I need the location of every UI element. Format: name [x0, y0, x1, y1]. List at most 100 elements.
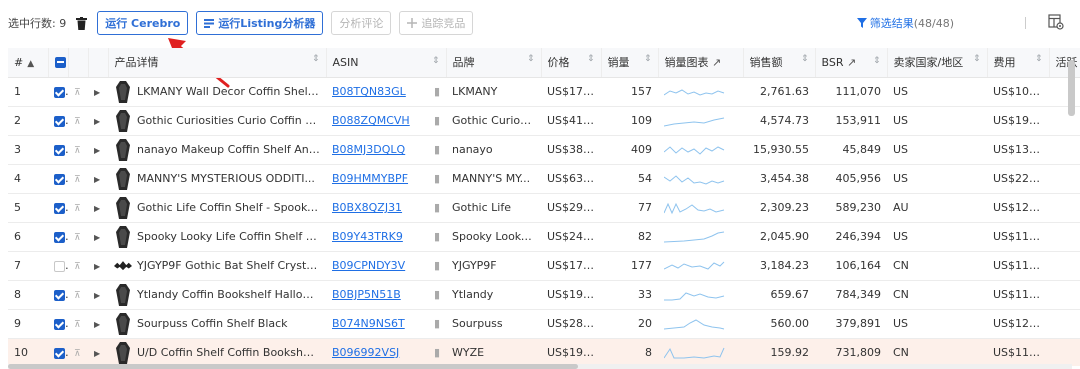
- pin-icon[interactable]: ⊼: [74, 349, 81, 359]
- asin-cell[interactable]: B074N9NS6T ▮: [326, 309, 446, 339]
- asin-cell[interactable]: B0BJP5N51B ▮: [326, 280, 446, 310]
- vertical-scrollbar[interactable]: [1068, 60, 1075, 116]
- pin-cell[interactable]: ⊼: [68, 106, 88, 136]
- asin-cell[interactable]: B08MJ3DQLQ ▮: [326, 135, 446, 165]
- asin-cell[interactable]: B0BX8QZJ31 ▮: [326, 193, 446, 223]
- copy-icon[interactable]: ▮: [434, 201, 440, 214]
- sales-sparkline[interactable]: [664, 288, 726, 302]
- sales-chart-cell[interactable]: [658, 338, 743, 366]
- copy-icon[interactable]: ▮: [434, 259, 440, 272]
- pin-icon[interactable]: ⊼: [74, 146, 81, 156]
- table-row[interactable]: 6 ⊼ ▶ Spooky Looky Life Coffin Shelf - ... B…: [8, 222, 1080, 252]
- pin-cell[interactable]: ⊼: [68, 193, 88, 223]
- row-checkbox[interactable]: [54, 115, 65, 127]
- asin-link[interactable]: B0BX8QZJ31: [332, 201, 402, 214]
- table-row[interactable]: 5 ⊼ ▶ Gothic Life Coffin Shelf - Spooky ...…: [8, 193, 1080, 223]
- product-cell[interactable]: Ytlandy Coffin Bookshelf Hallowe...: [108, 280, 326, 310]
- pin-icon[interactable]: ⊼: [74, 88, 81, 98]
- product-cell[interactable]: U/D Coffin Shelf Coffin Bookshelf ...: [108, 338, 326, 366]
- row-checkbox-cell[interactable]: [48, 251, 68, 281]
- asin-cell[interactable]: B088ZQMCVH ▮: [326, 106, 446, 136]
- pin-icon[interactable]: ⊼: [74, 233, 81, 243]
- asin-cell[interactable]: B096992VSJ ▮: [326, 338, 446, 366]
- col-bsr[interactable]: BSR ↗ ⇕: [815, 48, 888, 78]
- expand-icon[interactable]: ▶: [94, 262, 100, 271]
- product-title[interactable]: nanayo Makeup Coffin Shelf And ...: [137, 143, 320, 156]
- asin-link[interactable]: B09Y43TRK9: [332, 230, 403, 243]
- product-title[interactable]: U/D Coffin Shelf Coffin Bookshelf ...: [137, 346, 320, 359]
- row-checkbox[interactable]: [54, 231, 65, 243]
- col-brand[interactable]: 品牌 ⇕: [446, 48, 542, 78]
- col-sales[interactable]: 销量 ⇕: [601, 48, 659, 78]
- pin-icon[interactable]: ⊼: [74, 320, 81, 330]
- row-checkbox-cell[interactable]: [48, 164, 68, 194]
- pin-cell[interactable]: ⊼: [68, 77, 88, 107]
- col-price[interactable]: 价格 ⇕: [541, 48, 602, 78]
- expand-cell[interactable]: ▶: [88, 338, 108, 366]
- col-fee[interactable]: 费用 ⇕: [987, 48, 1050, 78]
- col-country[interactable]: 卖家国家/地区 ⇕: [887, 48, 988, 78]
- row-checkbox-cell[interactable]: [48, 77, 68, 107]
- copy-icon[interactable]: ▮: [434, 85, 440, 98]
- pin-cell[interactable]: ⊼: [68, 164, 88, 194]
- expand-cell[interactable]: ▶: [88, 222, 108, 252]
- product-title[interactable]: YJGYP9F Gothic Bat Shelf Crystal...: [137, 259, 320, 272]
- asin-link[interactable]: B0BJP5N51B: [332, 288, 401, 301]
- sales-sparkline[interactable]: [664, 230, 726, 244]
- copy-icon[interactable]: ▮: [434, 230, 440, 243]
- expand-cell[interactable]: ▶: [88, 251, 108, 281]
- expand-cell[interactable]: ▶: [88, 135, 108, 165]
- expand-icon[interactable]: ▶: [94, 175, 100, 184]
- row-checkbox-cell[interactable]: [48, 280, 68, 310]
- asin-link[interactable]: B08MJ3DQLQ: [332, 143, 405, 156]
- row-checkbox[interactable]: [54, 173, 65, 185]
- sales-chart-cell[interactable]: [658, 164, 743, 194]
- copy-icon[interactable]: ▮: [434, 114, 440, 127]
- pin-cell[interactable]: ⊼: [68, 135, 88, 165]
- asin-cell[interactable]: B09Y43TRK9 ▮: [326, 222, 446, 252]
- pin-icon[interactable]: ⊼: [74, 175, 81, 185]
- row-checkbox[interactable]: [54, 289, 65, 301]
- sales-chart-cell[interactable]: [658, 309, 743, 339]
- sales-chart-cell[interactable]: [658, 106, 743, 136]
- col-index[interactable]: # ▲: [8, 48, 49, 78]
- asin-link[interactable]: B096992VSJ: [332, 346, 399, 359]
- sales-sparkline[interactable]: [664, 201, 726, 215]
- col-asin[interactable]: ASIN ⇕: [326, 48, 447, 78]
- expand-cell[interactable]: ▶: [88, 280, 108, 310]
- copy-icon[interactable]: ▮: [434, 172, 440, 185]
- asin-cell[interactable]: B08TQN83GL ▮: [326, 77, 446, 107]
- analyze-reviews-button[interactable]: 分析评论: [331, 11, 392, 35]
- table-row[interactable]: 10 ⊼ ▶ U/D Coffin Shelf Coffin Bookshelf ..…: [8, 338, 1080, 366]
- expand-icon[interactable]: ▶: [94, 88, 100, 97]
- product-cell[interactable]: Gothic Curiosities Curio Coffin Sh...: [108, 106, 326, 136]
- product-cell[interactable]: MANNY'S MYSTERIOUS ODDITI...: [108, 164, 326, 194]
- asin-cell[interactable]: B09HMMYBPF ▮: [326, 164, 446, 194]
- product-cell[interactable]: LKMANY Wall Decor Coffin Shelf...: [108, 77, 326, 107]
- row-checkbox[interactable]: [54, 318, 65, 330]
- asin-cell[interactable]: B09CPNDY3V ▮: [326, 251, 446, 281]
- expand-icon[interactable]: ▶: [94, 204, 100, 213]
- row-checkbox[interactable]: [54, 202, 65, 214]
- product-cell[interactable]: Spooky Looky Life Coffin Shelf - ...: [108, 222, 326, 252]
- row-checkbox-cell[interactable]: [48, 222, 68, 252]
- row-checkbox-cell[interactable]: [48, 193, 68, 223]
- expand-cell[interactable]: ▶: [88, 164, 108, 194]
- product-title[interactable]: Gothic Life Coffin Shelf - Spooky ...: [137, 201, 320, 214]
- product-title[interactable]: Gothic Curiosities Curio Coffin Sh...: [137, 114, 320, 127]
- col-sales-chart[interactable]: 销量图表 ↗: [658, 48, 744, 78]
- row-checkbox-cell[interactable]: [48, 309, 68, 339]
- expand-cell[interactable]: ▶: [88, 106, 108, 136]
- expand-cell[interactable]: ▶: [88, 193, 108, 223]
- product-title[interactable]: Spooky Looky Life Coffin Shelf - ...: [137, 230, 320, 243]
- product-cell[interactable]: Sourpuss Coffin Shelf Black: [108, 309, 326, 339]
- table-row[interactable]: 1 ⊼ ▶ LKMANY Wall Decor Coffin Shelf... B08T…: [8, 77, 1080, 107]
- row-checkbox-cell[interactable]: [48, 338, 68, 366]
- trash-icon[interactable]: [74, 16, 88, 30]
- asin-link[interactable]: B088ZQMCVH: [332, 114, 410, 127]
- sales-sparkline[interactable]: [664, 259, 726, 273]
- sales-sparkline[interactable]: [664, 143, 726, 157]
- sales-chart-cell[interactable]: [658, 251, 743, 281]
- pin-icon[interactable]: ⊼: [74, 291, 81, 301]
- sales-chart-cell[interactable]: [658, 222, 743, 252]
